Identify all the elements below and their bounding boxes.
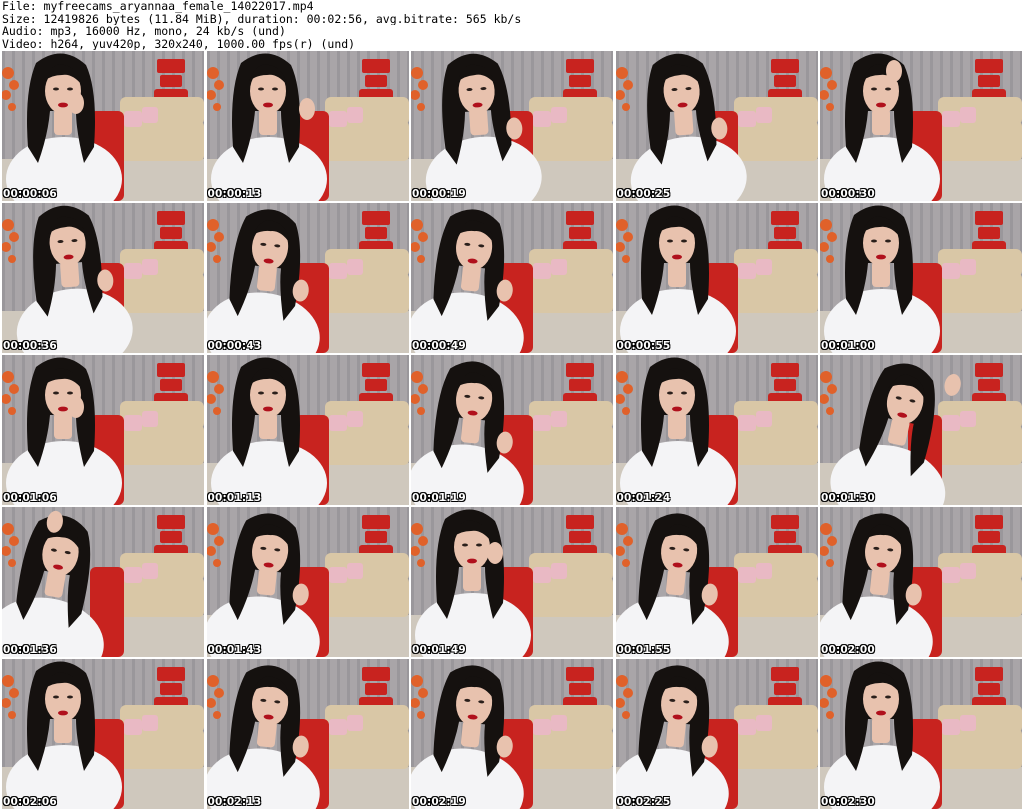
frame-timestamp: 00:00:55: [616, 340, 671, 352]
frame-timestamp: 00:01:43: [207, 644, 262, 656]
frame-timestamp: 00:00:25: [616, 188, 671, 200]
frame-image: [820, 51, 1022, 201]
frame-image: [2, 355, 204, 505]
frame-timestamp: 00:00:36: [3, 340, 57, 352]
video-thumbnail-5[interactable]: 00:00:30: [820, 51, 1022, 201]
frame-image: [2, 51, 204, 201]
frame-timestamp: 00:01:49: [412, 644, 466, 656]
frame-image: [2, 203, 204, 353]
frame-timestamp: 00:02:00: [821, 644, 875, 656]
frame-image: [206, 355, 409, 505]
video-thumbnail-18[interactable]: 00:01:49: [411, 507, 613, 657]
frame-image: [206, 203, 409, 353]
frame-timestamp: 00:01:19: [412, 492, 466, 504]
frame-image: [411, 507, 613, 657]
video-thumbnail-15[interactable]: 00:01:30: [820, 355, 1022, 505]
video-thumbnail-25[interactable]: 00:02:30: [820, 659, 1022, 809]
video-thumbnail-16[interactable]: 00:01:36: [2, 507, 204, 657]
file-info-header: File: myfreecams_aryannaa_female_1402201…: [2, 0, 1022, 50]
video-thumbnail-7[interactable]: 00:00:43: [206, 203, 409, 353]
frame-image: [615, 355, 818, 505]
frame-image: [206, 51, 409, 201]
video-thumbnail-21[interactable]: 00:02:06: [2, 659, 204, 809]
file-size-line: Size: 12419826 bytes (11.84 MiB), durati…: [2, 12, 522, 25]
frame-image: [820, 507, 1022, 657]
video-thumbnail-4[interactable]: 00:00:25: [615, 51, 818, 201]
frame-timestamp: 00:01:24: [616, 492, 671, 504]
frame-image: [206, 659, 409, 809]
video-thumbnail-17[interactable]: 00:01:43: [206, 507, 409, 657]
video-info-line: Video: h264, yuv420p, 320x240, 1000.00 f…: [2, 37, 356, 50]
video-thumbnail-11[interactable]: 00:01:06: [2, 355, 204, 505]
frame-timestamp: 00:02:25: [616, 796, 671, 808]
video-thumbnail-23[interactable]: 00:02:19: [411, 659, 613, 809]
frame-timestamp: 00:01:06: [3, 492, 57, 504]
frame-timestamp: 00:00:13: [207, 188, 262, 200]
video-thumbnail-3[interactable]: 00:00:19: [411, 51, 613, 201]
frame-timestamp: 00:01:55: [616, 644, 671, 656]
frame-timestamp: 00:00:19: [412, 188, 466, 200]
video-thumbnail-8[interactable]: 00:00:49: [411, 203, 613, 353]
frame-image: [411, 51, 613, 201]
video-thumbnail-12[interactable]: 00:01:13: [206, 355, 409, 505]
thumbnail-grid: 00:00:06 00:00:13 00:00:19 00:00:25 00:0…: [2, 51, 1022, 809]
video-thumbnail-10[interactable]: 00:01:00: [820, 203, 1022, 353]
video-thumbnail-20[interactable]: 00:02:00: [820, 507, 1022, 657]
frame-timestamp: 00:00:06: [3, 188, 57, 200]
frame-image: [2, 659, 204, 809]
frame-image: [820, 203, 1022, 353]
video-thumbnail-2[interactable]: 00:00:13: [206, 51, 409, 201]
video-thumbnail-9[interactable]: 00:00:55: [615, 203, 818, 353]
frame-image: [615, 203, 818, 353]
frame-timestamp: 00:01:36: [3, 644, 57, 656]
frame-image: [411, 659, 613, 809]
audio-info-line: Audio: mp3, 16000 Hz, mono, 24 kb/s (und…: [2, 25, 286, 38]
frame-timestamp: 00:00:49: [412, 340, 466, 352]
frame-timestamp: 00:02:30: [821, 796, 875, 808]
frame-timestamp: 00:02:13: [207, 796, 262, 808]
video-thumbnail-13[interactable]: 00:01:19: [411, 355, 613, 505]
frame-timestamp: 00:01:13: [207, 492, 262, 504]
frame-timestamp: 00:00:43: [207, 340, 262, 352]
video-thumbnail-14[interactable]: 00:01:24: [615, 355, 818, 505]
frame-timestamp: 00:01:00: [821, 340, 875, 352]
video-thumbnail-6[interactable]: 00:00:36: [2, 203, 204, 353]
file-name-line: File: myfreecams_aryannaa_female_1402201…: [2, 0, 314, 13]
video-thumbnail-24[interactable]: 00:02:25: [615, 659, 818, 809]
frame-image: [2, 507, 204, 657]
frame-image: [615, 507, 818, 657]
frame-timestamp: 00:00:30: [821, 188, 875, 200]
frame-image: [820, 659, 1022, 809]
frame-timestamp: 00:01:30: [821, 492, 875, 504]
frame-image: [206, 507, 409, 657]
frame-image: [820, 355, 1022, 505]
frame-image: [411, 203, 613, 353]
frame-image: [411, 355, 613, 505]
video-thumbnail-22[interactable]: 00:02:13: [206, 659, 409, 809]
frame-image: [615, 51, 818, 201]
frame-timestamp: 00:02:19: [412, 796, 466, 808]
video-thumbnail-1[interactable]: 00:00:06: [2, 51, 204, 201]
frame-timestamp: 00:02:06: [3, 796, 57, 808]
video-thumbnail-19[interactable]: 00:01:55: [615, 507, 818, 657]
frame-image: [615, 659, 818, 809]
